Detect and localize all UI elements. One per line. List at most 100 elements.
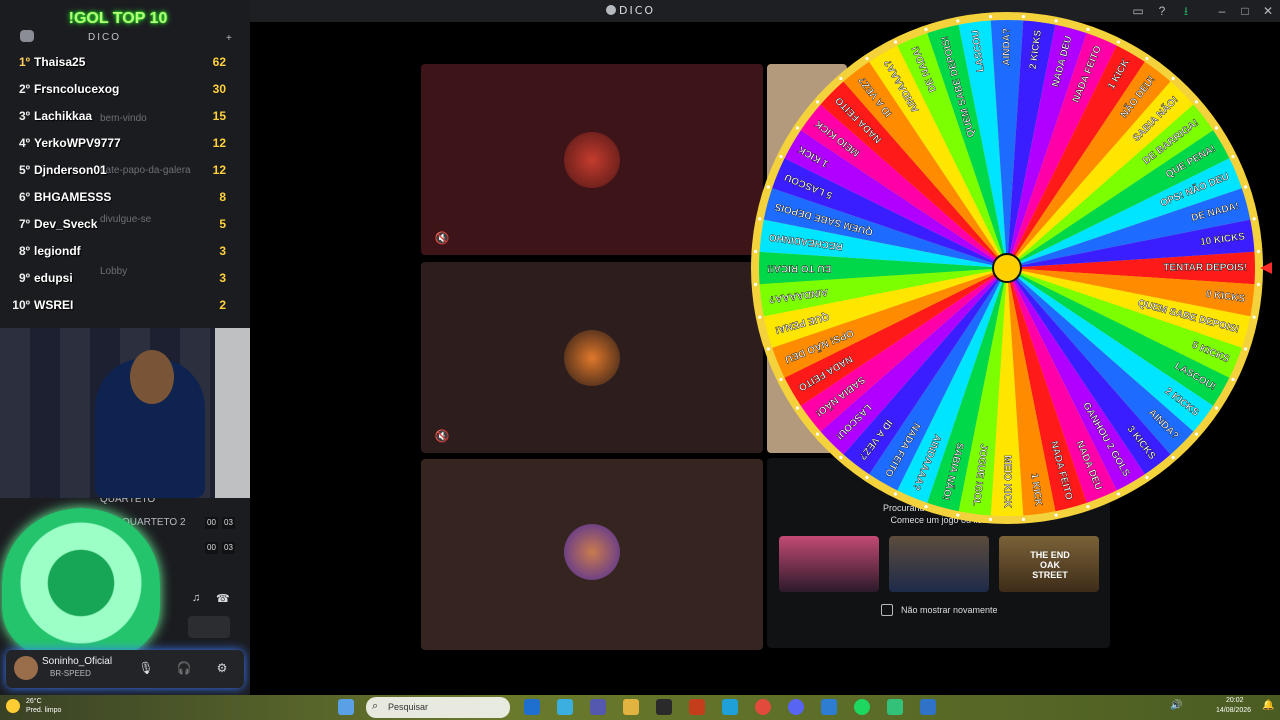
discord-app-icon[interactable] — [788, 699, 804, 715]
game-card[interactable] — [889, 536, 989, 592]
rank-name: edupsi — [34, 270, 73, 285]
participant-tile[interactable]: 🔇 — [421, 262, 763, 453]
gear-icon[interactable]: ⚙ — [214, 660, 230, 676]
search-icon: ⌕ — [372, 700, 379, 712]
powerpoint-icon[interactable] — [689, 699, 705, 715]
avatar[interactable] — [14, 656, 38, 680]
wheel-rim-dot — [753, 282, 758, 287]
wheel-rim-dot — [865, 475, 869, 480]
discord-icon[interactable] — [20, 30, 34, 42]
user-limit-badge: 03 — [222, 517, 235, 529]
copilot-icon[interactable] — [557, 699, 573, 715]
wheel-rim-dot — [1244, 347, 1248, 351]
wheel-label: AINDA? — [1002, 28, 1013, 66]
wheel-rim-dot — [839, 76, 843, 81]
wheel-hub[interactable] — [992, 253, 1022, 283]
rank-score: 8 — [219, 189, 226, 204]
ranking-row: 6º BHGAMESSS 8 — [0, 183, 236, 210]
rank-position: 1º — [18, 54, 30, 69]
chrome-icon[interactable] — [755, 699, 771, 715]
headphones-icon[interactable]: 🎧 — [176, 660, 192, 676]
rank-name: BHGAMESSS — [34, 189, 112, 204]
wheel-rim-dot — [1252, 217, 1256, 221]
clock-time[interactable]: 20:02 — [1226, 697, 1244, 704]
rank-position: 9º — [18, 270, 30, 285]
sun-icon[interactable] — [6, 699, 20, 713]
wheel-rim-dot — [779, 154, 783, 159]
dont-show-checkbox[interactable] — [881, 604, 893, 616]
add-icon[interactable]: + — [226, 33, 238, 45]
ranking-row: 1º Thaisa25 62 — [0, 48, 236, 75]
wheel-label: EU TO RICA!! — [767, 262, 831, 273]
speaker-icon[interactable]: 🔊 — [1170, 700, 1182, 711]
rank-position: 10º — [12, 297, 30, 312]
wheel-rim-dot — [1054, 513, 1058, 517]
avatar — [564, 330, 620, 386]
app-icon[interactable] — [920, 699, 936, 715]
rank-position: 2º — [18, 81, 30, 96]
user-limit-badge: 03 — [222, 542, 235, 554]
clock-date[interactable]: 14/08/2026 — [1216, 707, 1251, 714]
search-placeholder: Pesquisar — [388, 702, 429, 712]
user-panel: Soninho_Oficial BR-SPEED 🎙 🎧 ⚙ — [6, 650, 244, 688]
search-input[interactable]: ⌕ Pesquisar — [366, 697, 510, 718]
soundboard-icon[interactable]: ♫ — [192, 592, 206, 606]
ranking-row: 5º Djnderson01 12 — [0, 156, 236, 183]
rank-score: 12 — [212, 135, 226, 150]
rank-position: 3º — [18, 108, 30, 123]
game-card[interactable] — [779, 536, 879, 592]
wheel-rim-dot — [839, 455, 843, 460]
store-icon[interactable] — [656, 699, 672, 715]
wheel-rim-dot — [893, 492, 898, 496]
explorer-icon[interactable] — [623, 699, 639, 715]
edge-icon[interactable] — [722, 699, 738, 715]
username[interactable]: Soninho_Oficial — [42, 656, 112, 667]
tree-overlay-icon — [2, 508, 160, 658]
wheel-rim-dot — [1252, 315, 1256, 319]
prize-wheel[interactable]: TENTAR DEPOIS!0 KICKSQUEM SABE DEPOIS!5 … — [743, 3, 1271, 533]
game-card[interactable]: THE END OAK STREET — [999, 536, 1099, 592]
ranking-row: 4º YerkoWPV9777 12 — [0, 129, 236, 156]
wheel-rim-dot — [956, 513, 960, 517]
weather-temp[interactable]: 26°C — [26, 698, 42, 705]
weather-desc[interactable]: Pred. limpo — [26, 707, 61, 714]
app-icon[interactable] — [887, 699, 903, 715]
wheel-rim-dot — [766, 347, 770, 351]
wheel-rim-dot — [815, 100, 820, 104]
microphone-icon[interactable]: 🎙 — [138, 660, 154, 676]
wheel-rim-dot — [795, 126, 800, 130]
rank-name: Frsncolucexog — [34, 81, 120, 96]
participant-tile[interactable]: 🔇 — [421, 64, 763, 255]
wheel-rim-dot — [758, 315, 762, 319]
user-count-badge: 00 — [205, 517, 218, 529]
wheel-rim-dot — [1244, 185, 1248, 189]
rank-position: 6º — [18, 189, 30, 204]
rank-score: 15 — [212, 108, 226, 123]
rank-position: 8º — [18, 243, 30, 258]
wheel-label: MEIO KICK — [1001, 455, 1012, 509]
teams-icon[interactable] — [590, 699, 606, 715]
dont-show-label[interactable]: Não mostrar novamente — [901, 605, 998, 615]
rank-score: 3 — [219, 270, 226, 285]
rank-name: Lachikkaa — [34, 108, 93, 123]
taskbar: 26°C Pred. limpo ⌕ Pesquisar 🔊 20:02 14/… — [0, 695, 1280, 720]
ranking-row: 3º Lachikkaa 15 — [0, 102, 236, 129]
participant-tile[interactable] — [421, 459, 763, 650]
server-name[interactable]: DICO — [88, 32, 121, 43]
start-icon[interactable] — [338, 699, 354, 715]
outlook-icon[interactable] — [524, 699, 540, 715]
wheel-label: TENTAR DEPOIS! — [1163, 263, 1247, 274]
rank-position: 4º — [18, 135, 30, 150]
wheel-rim-dot — [893, 40, 898, 44]
notification-icon[interactable]: 🔔 — [1262, 700, 1274, 711]
window-title: DICO — [619, 4, 656, 17]
spotify-icon[interactable] — [854, 699, 870, 715]
app-icon[interactable] — [821, 699, 837, 715]
disconnect-icon[interactable]: ☎ — [216, 592, 230, 606]
rank-name: legiondf — [34, 243, 81, 258]
wheel-rim-dot — [924, 27, 928, 31]
ranking-row: 7º Dev_Sveck 5 — [0, 210, 236, 237]
wheel-rim-dot — [1145, 475, 1149, 480]
wheel-rim-dot — [1021, 517, 1026, 522]
activities-button[interactable] — [188, 616, 230, 638]
